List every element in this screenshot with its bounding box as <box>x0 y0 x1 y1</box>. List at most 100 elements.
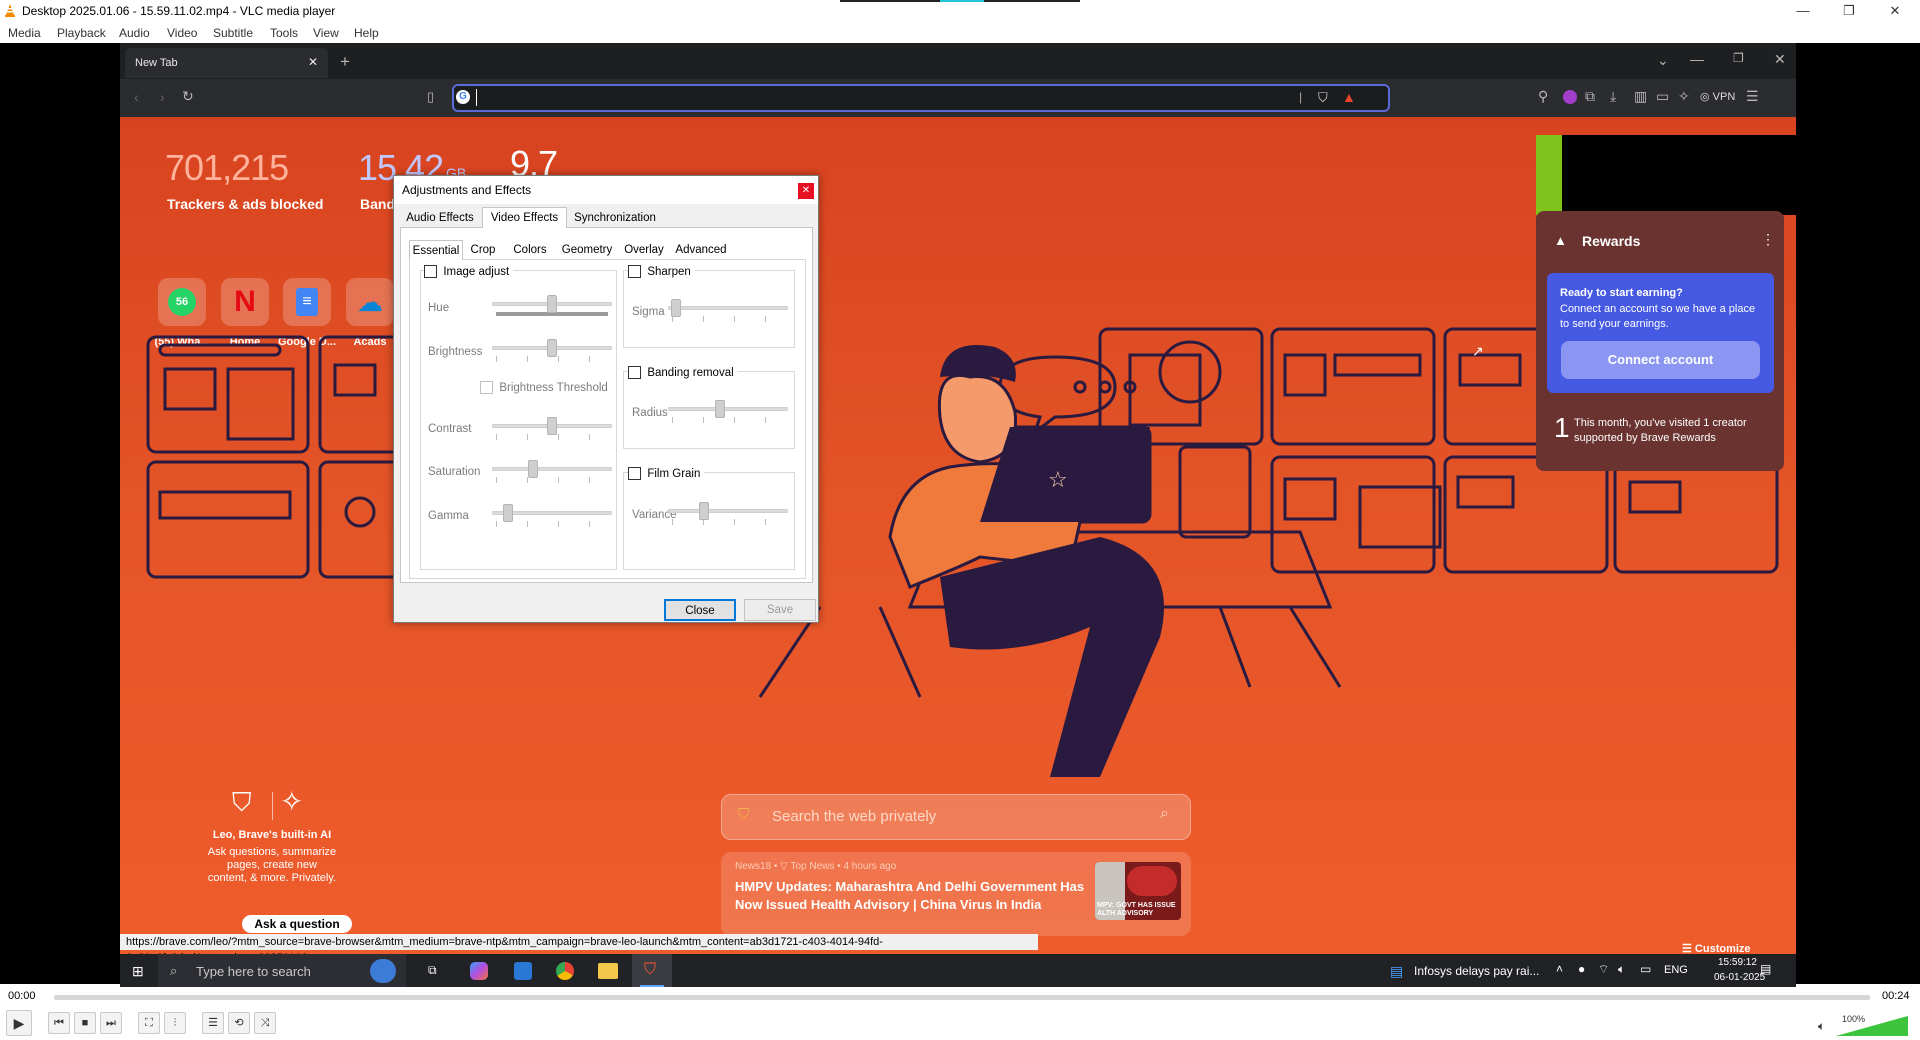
subtab-overlay[interactable]: Overlay <box>619 240 669 260</box>
brave-taskbar-button[interactable]: ⛉ <box>632 954 672 988</box>
menu-tools[interactable]: Tools <box>270 26 298 40</box>
radius-slider[interactable] <box>668 397 788 427</box>
sidebar-icon[interactable]: ▥ <box>1634 88 1647 105</box>
stop-button[interactable]: ■ <box>74 1012 96 1034</box>
extensions-icon[interactable]: ⧉ <box>1585 88 1595 105</box>
variance-slider[interactable] <box>668 499 788 529</box>
dialog-titlebar: Adjustments and Effects ✕ <box>394 176 818 204</box>
loop-button[interactable]: ⟲ <box>228 1012 250 1034</box>
ask-question-button[interactable]: Ask a question <box>242 915 352 933</box>
tab-close-icon[interactable]: ✕ <box>308 55 318 69</box>
subtab-advanced[interactable]: Advanced <box>671 240 731 260</box>
menu-view[interactable]: View <box>313 26 339 40</box>
chrome-icon[interactable] <box>556 962 574 980</box>
save-button[interactable]: Save <box>744 599 816 621</box>
vpn-button[interactable]: ◎ VPN <box>1700 90 1735 103</box>
seek-bar[interactable] <box>54 995 1870 1000</box>
brightness-slider[interactable] <box>492 336 612 366</box>
menu-playback[interactable]: Playback <box>57 26 106 40</box>
speaker-icon[interactable]: 🔈︎ <box>1818 1019 1825 1034</box>
news-ticker[interactable]: Infosys delays pay rai... <box>1414 964 1539 978</box>
image-adjust-checkbox[interactable] <box>424 265 437 279</box>
subtab-colors[interactable]: Colors <box>505 240 555 260</box>
brave-rewards-icon[interactable]: ▲ <box>1342 89 1356 105</box>
store-icon[interactable] <box>514 962 532 980</box>
search-icon[interactable]: ⌕ <box>1160 805 1169 823</box>
tab-audio-effects[interactable]: Audio Effects <box>398 208 482 228</box>
gamma-slider[interactable] <box>492 501 612 531</box>
brave-shields-icon[interactable]: ⛉ <box>1318 90 1328 106</box>
download-icon[interactable]: ⤓ <box>1610 88 1616 105</box>
notification-icon[interactable]: ▤ <box>1760 962 1771 976</box>
clock-date[interactable]: 06-01-2025 <box>1714 972 1765 983</box>
new-tab-icon[interactable]: + <box>340 52 350 72</box>
tab-video-effects[interactable]: Video Effects <box>482 207 567 228</box>
rewards-more-icon[interactable]: ⋮ <box>1761 231 1775 248</box>
back-icon[interactable]: ‹ <box>134 89 139 105</box>
sharpen-checkbox[interactable] <box>628 265 641 279</box>
menu-media[interactable]: Media <box>8 26 41 40</box>
battery-icon[interactable]: ▭ <box>1640 962 1651 976</box>
saturation-slider[interactable] <box>492 457 612 487</box>
open-external-icon[interactable]: ↗ <box>1472 343 1484 360</box>
film-grain-checkbox[interactable] <box>628 467 641 481</box>
menu-audio[interactable]: Audio <box>119 26 150 40</box>
time-elapsed: 00:00 <box>8 990 36 1002</box>
forward-icon[interactable]: › <box>160 89 165 105</box>
wallet-icon[interactable]: ▭ <box>1656 88 1669 105</box>
dialog-close-icon[interactable]: ✕ <box>798 183 814 199</box>
network-icon[interactable]: ⌔ <box>1598 962 1609 977</box>
play-button[interactable]: ▶ <box>6 1010 32 1036</box>
minimize-button[interactable]: — <box>1780 0 1826 22</box>
browser-maximize-icon[interactable]: ❐ <box>1733 51 1744 65</box>
browser-close-icon[interactable]: ✕ <box>1774 51 1786 68</box>
file-explorer-icon[interactable] <box>598 963 618 979</box>
address-bar[interactable]: G | ⛉ ▲ <box>452 84 1390 112</box>
bookmark-icon[interactable]: ▯ <box>427 89 434 105</box>
language-indicator[interactable]: ENG <box>1664 964 1688 976</box>
mic-icon[interactable]: ● <box>1578 962 1585 976</box>
copilot-icon[interactable] <box>470 962 488 980</box>
menu-hamburger-icon[interactable]: ☰ <box>1746 88 1759 105</box>
volume-tray-icon[interactable]: 🔈︎ <box>1618 962 1625 977</box>
close-window-button[interactable]: ✕ <box>1872 0 1918 22</box>
menu-subtitle[interactable]: Subtitle <box>213 26 253 40</box>
browser-minimize-icon[interactable]: — <box>1690 51 1704 67</box>
tab-list-chevron-icon[interactable]: ⌄ <box>1657 52 1669 69</box>
hue-slider[interactable] <box>492 292 612 322</box>
browser-tab[interactable]: New Tab ✕ <box>125 48 328 78</box>
leo-icon[interactable] <box>1563 90 1577 104</box>
shuffle-button[interactable]: ⤨ <box>254 1012 276 1034</box>
ai-sparkle-icon[interactable]: ✧ <box>1678 88 1690 105</box>
taskbar-search[interactable]: ⌕ Type here to search <box>158 954 406 988</box>
task-view-icon[interactable]: ⧉ <box>428 963 437 978</box>
vpn-label: VPN <box>1712 91 1736 103</box>
connect-account-button[interactable]: Connect account <box>1561 341 1760 379</box>
brightness-threshold-checkbox[interactable] <box>480 381 493 395</box>
fullscreen-button[interactable]: ⛶ <box>138 1012 160 1034</box>
reload-icon[interactable]: ↻ <box>182 88 194 105</box>
web-search-box[interactable]: ⛉ Search the web privately ⌕ <box>721 794 1191 840</box>
previous-button[interactable]: ⏮ <box>48 1012 70 1034</box>
next-button[interactable]: ⏭ <box>100 1012 122 1034</box>
playlist-button[interactable]: ☰ <box>202 1012 224 1034</box>
extended-settings-button[interactable]: ⫶ <box>164 1012 186 1034</box>
menu-help[interactable]: Help <box>354 26 379 40</box>
tray-chevron-icon[interactable]: ˄ <box>1556 962 1563 976</box>
banding-checkbox[interactable] <box>628 366 641 380</box>
subtab-essential[interactable]: Essential <box>409 240 463 260</box>
subtab-geometry[interactable]: Geometry <box>557 240 617 260</box>
windows-start-icon[interactable]: ⊞ <box>132 963 144 980</box>
customize-button[interactable]: ☰ Customize <box>1682 942 1751 954</box>
contrast-slider[interactable] <box>492 414 612 444</box>
vlc-cone-icon <box>5 4 15 17</box>
sigma-slider[interactable] <box>668 296 788 326</box>
restore-button[interactable]: ❐ <box>1826 0 1872 22</box>
wallet-icon-a[interactable]: ⚲ <box>1538 88 1548 105</box>
menu-video[interactable]: Video <box>167 26 197 40</box>
close-button[interactable]: Close <box>664 599 736 621</box>
tab-synchronization[interactable]: Synchronization <box>569 208 661 228</box>
clock-time[interactable]: 15:59:12 <box>1718 957 1757 968</box>
news-card[interactable]: News18 • ▽ Top News • 4 hours ago HMPV U… <box>721 852 1191 936</box>
subtab-crop[interactable]: Crop <box>463 240 503 260</box>
